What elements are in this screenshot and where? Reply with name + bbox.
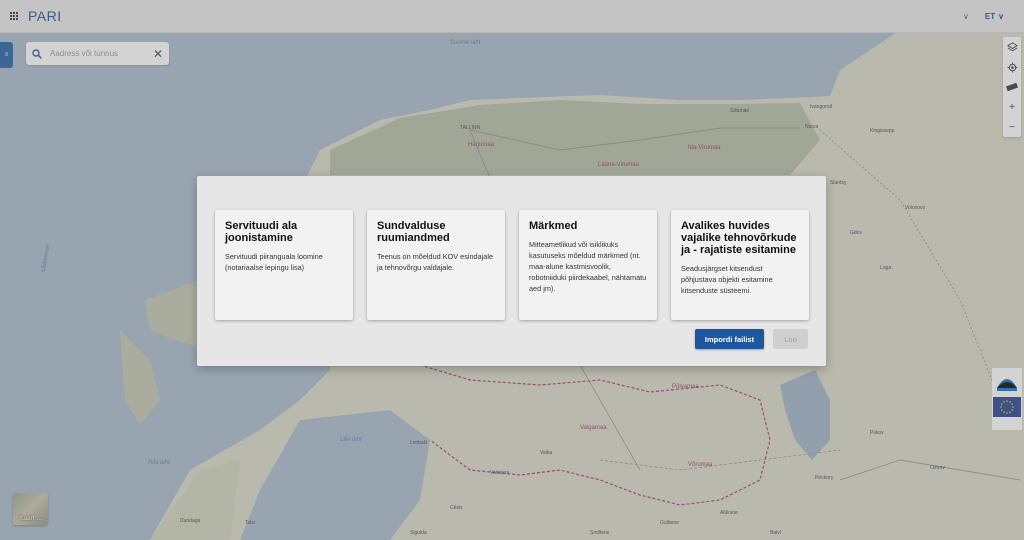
create-button[interactable]: Loo — [773, 329, 808, 349]
card-sundvalduse-ruumiandmed[interactable]: Sundvalduse ruumiandmed Teenus on mõeldu… — [367, 210, 505, 320]
create-dialog: Servituudi ala joonistamine Servituudi p… — [197, 176, 826, 366]
card-title: Avalikes huvides vajalike tehnovõrkude j… — [681, 220, 797, 256]
card-title: Sundvalduse ruumiandmed — [377, 220, 450, 244]
card-title: Servituudi ala joonistamine — [225, 220, 298, 244]
card-description: Servituudi piiranguala loomine (notariaa… — [225, 252, 323, 272]
card-tehnovorgud[interactable]: Avalikes huvides vajalike tehnovõrkude j… — [671, 210, 809, 320]
card-description: Mitteametlikud või isiklikuks kasutuseks… — [529, 240, 647, 293]
card-markmed[interactable]: Märkmed Mitteametlikud või isiklikuks ka… — [519, 210, 657, 320]
card-description: Teenus on mõeldud KOV esindajale ja tehn… — [377, 252, 494, 272]
card-description: Seadusjärgset kitsendust põhjustava obje… — [681, 264, 773, 295]
import-file-button[interactable]: Impordi failist — [695, 329, 764, 349]
card-title: Märkmed — [529, 220, 578, 232]
card-servituudi-ala[interactable]: Servituudi ala joonistamine Servituudi p… — [215, 210, 353, 320]
